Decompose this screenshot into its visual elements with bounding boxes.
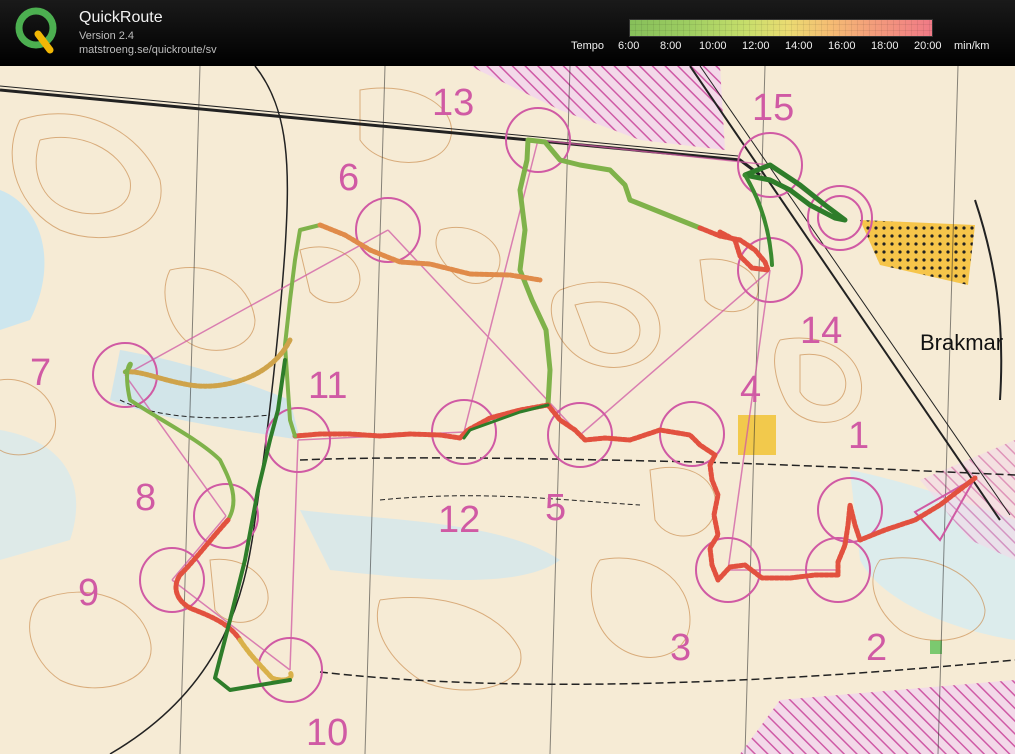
tempo-tick: 18:00: [871, 40, 899, 52]
control-number: 8: [135, 477, 156, 519]
tempo-tick: 10:00: [699, 40, 727, 52]
tempo-label: Tempo: [571, 40, 605, 52]
control-number: 5: [545, 487, 566, 529]
tempo-tick: 14:00: [785, 40, 813, 52]
tempo-tick: 20:00: [914, 40, 942, 52]
control-number: 3: [670, 627, 691, 669]
control-number: 6: [338, 157, 359, 199]
green-area: [930, 640, 942, 654]
control-number: 13: [432, 82, 474, 124]
place-name-label: Brakmar: [920, 330, 1003, 355]
control-number: 4: [740, 369, 761, 411]
app-url[interactable]: matstroeng.se/quickroute/sv: [79, 44, 217, 56]
quickroute-logo-icon: [15, 7, 57, 54]
control-number: 12: [438, 499, 480, 541]
app-title: QuickRoute: [79, 9, 163, 26]
tempo-unit: min/km: [954, 40, 990, 52]
control-number: 11: [308, 365, 347, 407]
control-number: 2: [866, 627, 887, 669]
orienteering-map[interactable]: 1 2 3 4 5 6 7 8 9 10 11 12 13 14 15 Brak…: [0, 66, 1015, 754]
tempo-color-scale: [629, 19, 933, 37]
tempo-tick: 12:00: [742, 40, 770, 52]
control-number: 10: [306, 712, 348, 754]
map-canvas[interactable]: 1 2 3 4 5 6 7 8 9 10 11 12 13 14 15 Brak…: [0, 66, 1015, 754]
control-number: 9: [78, 572, 99, 614]
open-land-area: [738, 415, 776, 455]
tempo-tick: 8:00: [660, 40, 682, 52]
app-version: Version 2.4: [79, 30, 135, 42]
app-header: QuickRoute Version 2.4 matstroeng.se/qui…: [0, 0, 1015, 66]
control-number: 1: [848, 415, 869, 457]
tempo-tick: 16:00: [828, 40, 856, 52]
control-number: 7: [30, 352, 51, 394]
tempo-tick: 6:00: [618, 40, 640, 52]
control-number: 15: [752, 87, 794, 129]
control-number: 14: [800, 310, 842, 352]
